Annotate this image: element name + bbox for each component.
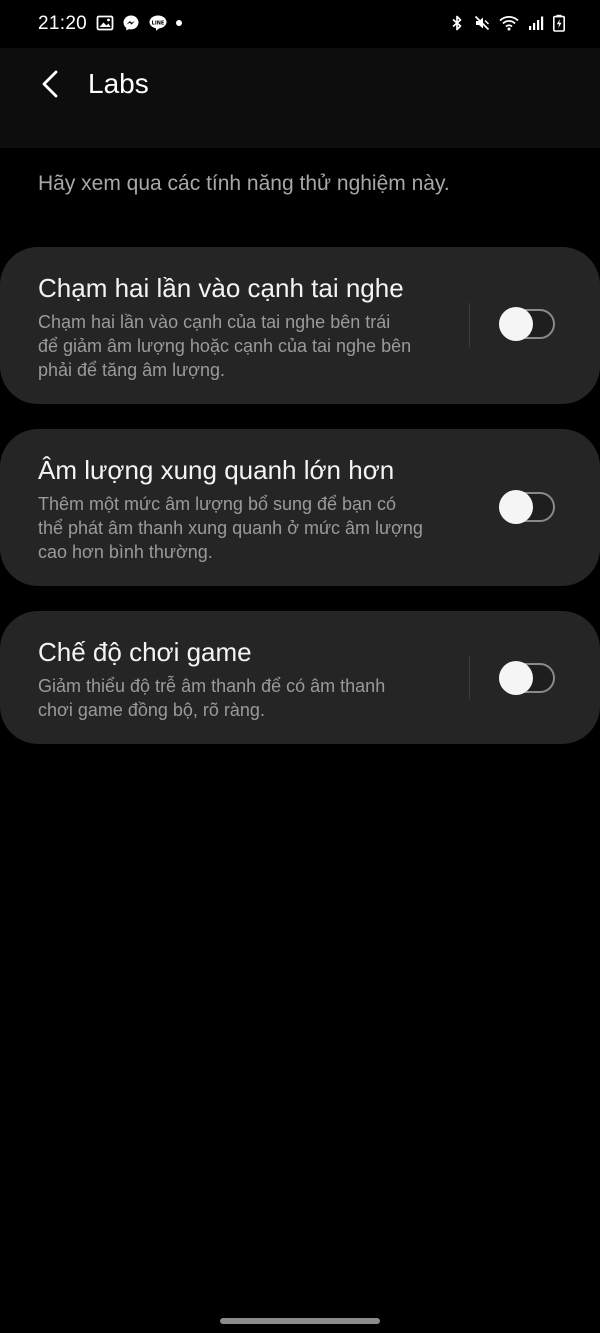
feature-title: Chạm hai lần vào cạnh tai nghe [38,273,404,303]
feature-description-line: cao hơn bình thường. [38,542,213,562]
feature-toggle[interactable] [499,307,555,341]
chevron-left-icon [39,69,61,104]
feature-description-line: để giảm âm lượng hoặc cạnh của tai nghe … [38,336,412,356]
feature-description-line: Giảm thiểu độ trễ âm thanh để có âm than… [38,676,386,696]
system-icons [448,14,566,32]
toggle-knob [499,307,533,341]
battery-charging-icon [552,14,566,32]
back-button[interactable] [30,66,70,106]
feature-description-line: thể phát âm thanh xung quanh ở mức âm lư… [38,518,423,538]
feature-card-touch-edge[interactable]: Chạm hai lần vào cạnh tai nghe Chạm hai … [0,247,600,404]
feature-description-line: phải để tăng âm lượng. [38,360,225,380]
toggle-knob [499,490,533,524]
status-time: 21:20 [38,13,88,34]
page-title: Labs [88,68,149,99]
feature-toggle[interactable] [499,661,555,695]
feature-description: Giảm thiểu độ trễ âm thanh để có âm than… [38,674,468,722]
dot-icon [174,14,184,32]
home-indicator[interactable] [220,1318,380,1324]
status-bar: 21:20 LINE [0,0,600,48]
bluetooth-icon [448,14,466,32]
feature-toggle[interactable] [499,490,555,524]
feature-description-line: chơi game đồng bộ, rõ ràng. [38,700,265,720]
notification-icons: LINE [96,14,184,32]
signal-icon [527,14,545,32]
wifi-icon [498,14,520,32]
feature-description: Thêm một mức âm lượng bổ sung để bạn có … [38,492,468,564]
mute-icon [473,14,491,32]
divider [469,656,470,700]
feature-description-line: Chạm hai lần vào cạnh của tai nghe bên t… [38,312,391,332]
feature-title: Chế độ chơi game [38,637,252,667]
svg-text:LINE: LINE [152,20,165,26]
feature-description-line: Thêm một mức âm lượng bổ sung để bạn có [38,494,397,514]
feature-title: Âm lượng xung quanh lớn hơn [38,455,395,485]
gallery-icon [96,14,114,32]
intro-text: Hãy xem qua các tính năng thử nghiệm này… [38,172,450,195]
line-icon: LINE [148,14,167,32]
feature-description: Chạm hai lần vào cạnh của tai nghe bên t… [38,310,468,382]
divider [469,303,470,347]
feature-card-game-mode[interactable]: Chế độ chơi game Giảm thiểu độ trễ âm th… [0,611,600,744]
messenger-icon [122,14,140,32]
feature-card-ambient-volume[interactable]: Âm lượng xung quanh lớn hơn Thêm một mức… [0,429,600,586]
app-bar: Labs [0,48,600,148]
toggle-knob [499,661,533,695]
